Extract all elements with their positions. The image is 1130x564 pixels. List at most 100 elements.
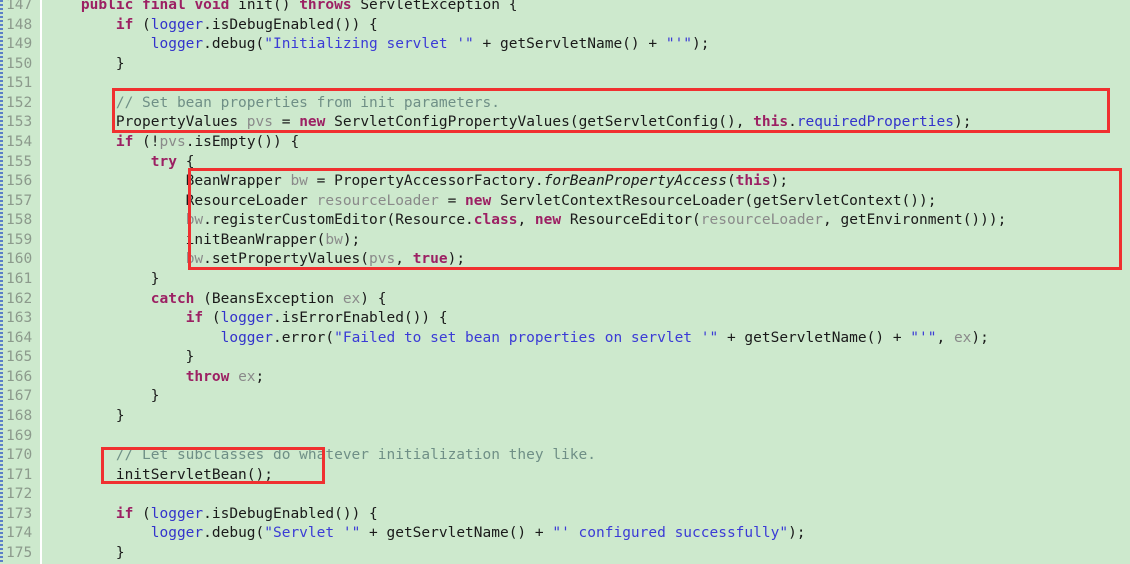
code-line[interactable]: initBeanWrapper(bw); <box>46 231 361 251</box>
code-token-kw: public <box>80 0 134 13</box>
code-token-pln: ); <box>342 231 361 248</box>
code-token-pln: = <box>273 114 300 131</box>
code-token-pln <box>46 310 186 326</box>
code-token-str: "'" <box>910 329 937 346</box>
line-number: 148 <box>6 16 33 33</box>
line-number: 158 <box>6 212 33 229</box>
code-token-pln: + getServletName() + <box>360 525 553 542</box>
line-number: 157 <box>6 192 33 209</box>
code-token-pln: , <box>936 329 954 346</box>
code-token-pln: + getServletName() + <box>718 329 911 346</box>
code-token-pln: init() <box>229 0 300 13</box>
left-margin-marker <box>0 0 3 564</box>
code-token-kw: final <box>142 0 186 13</box>
code-token-pln: ResourceEditor( <box>561 212 701 229</box>
code-token-pln <box>46 506 116 522</box>
line-number: 163 <box>6 310 33 327</box>
code-token-pln: .isEmpty()) { <box>185 133 300 150</box>
code-token-pln: ); <box>971 329 989 346</box>
code-line[interactable]: if (logger.isDebugEnabled()) { <box>46 505 378 525</box>
code-line[interactable]: if (logger.isDebugEnabled()) { <box>46 16 378 36</box>
line-number: 161 <box>6 270 33 287</box>
line-number: 155 <box>6 153 33 170</box>
line-number: 164 <box>6 329 33 346</box>
code-line[interactable]: if (logger.isErrorEnabled()) { <box>46 309 448 329</box>
code-token-pln: ResourceLoader <box>46 192 317 209</box>
code-token-pln: } <box>46 270 160 287</box>
code-line[interactable]: // Set bean properties from init paramet… <box>46 94 500 114</box>
code-line[interactable]: initServletBean(); <box>46 466 273 486</box>
code-token-var: resourceLoader <box>700 212 824 229</box>
code-token-kw: new <box>534 212 562 229</box>
code-line[interactable]: // Let subclasses do whatever initializa… <box>46 446 596 466</box>
code-token-ital: forBeanPropertyAccess <box>543 173 727 190</box>
code-line[interactable]: } <box>46 544 125 564</box>
code-token-pln: .setPropertyValues( <box>203 251 370 268</box>
code-token-kw: if <box>115 16 134 33</box>
code-token-pln: ); <box>788 525 806 542</box>
code-token-pln: .isDebugEnabled()) { <box>203 505 378 522</box>
code-line[interactable]: public final void init() throws ServletE… <box>46 0 518 16</box>
code-line[interactable]: BeanWrapper bw = PropertyAccessorFactory… <box>46 172 788 192</box>
code-token-var: ex <box>953 329 972 346</box>
code-token-pln: { <box>176 153 195 170</box>
line-number: 153 <box>6 114 33 131</box>
code-line[interactable]: } <box>46 55 125 75</box>
code-token-kw: true <box>412 251 448 268</box>
code-token-var: bw <box>185 212 204 229</box>
code-token-pln <box>46 330 221 346</box>
line-number: 169 <box>6 427 33 444</box>
code-line[interactable]: } <box>46 387 160 407</box>
code-token-pln: , <box>395 251 413 268</box>
code-line[interactable]: try { <box>46 153 195 173</box>
code-token-id: logger <box>150 525 204 542</box>
code-token-pln <box>46 134 116 150</box>
code-token-kw: throw <box>185 368 230 385</box>
code-token-pln: } <box>46 388 160 405</box>
code-line[interactable]: logger.error("Failed to set bean propert… <box>46 329 989 349</box>
code-token-pln: PropertyValues <box>46 114 247 131</box>
code-token-id: logger <box>150 36 204 53</box>
code-line[interactable]: } <box>46 270 160 290</box>
code-token-pln: .isErrorEnabled()) { <box>273 310 448 327</box>
code-token-pln: ); <box>953 114 972 131</box>
code-token-kw: if <box>115 505 134 522</box>
line-number: 166 <box>6 368 33 385</box>
code-token-pln <box>46 0 81 13</box>
code-token-pln: .debug( <box>203 525 265 542</box>
code-token-pln: (BeansException <box>194 290 343 307</box>
line-number: 175 <box>6 544 33 561</box>
line-number: 151 <box>6 75 33 92</box>
code-token-var: bw <box>325 231 343 248</box>
code-line[interactable]: } <box>46 407 125 427</box>
code-line[interactable]: bw.registerCustomEditor(Resource.class , … <box>46 211 1007 231</box>
code-token-pln: .isDebugEnabled()) { <box>203 16 378 33</box>
code-line[interactable]: bw.setPropertyValues(pvs, true); <box>46 250 465 270</box>
code-line[interactable]: catch (BeansException ex) { <box>46 290 387 310</box>
code-token-var: ex <box>238 368 256 385</box>
code-line[interactable]: PropertyValues pvs = new ServletConfigPr… <box>46 113 972 133</box>
code-token-pln: .debug( <box>203 36 265 53</box>
code-line[interactable]: throw ex; <box>46 368 265 388</box>
code-token-pln: ServletContextResourceLoader(getServletC… <box>491 192 937 209</box>
code-token-kw: class <box>473 212 518 229</box>
code-token-pln: ( <box>133 505 151 522</box>
code-token-pln: , <box>517 212 535 229</box>
code-token-kw: new <box>465 192 492 209</box>
code-token-kw: this <box>735 173 771 190</box>
code-token-pln <box>46 212 186 228</box>
code-line[interactable]: } <box>46 348 195 368</box>
code-line[interactable]: if (!pvs.isEmpty()) { <box>46 133 299 153</box>
code-token-pln: ( <box>133 16 151 33</box>
code-token-pln: } <box>46 55 125 72</box>
code-line[interactable]: logger.debug("Servlet '" + getServletNam… <box>46 524 806 544</box>
code-line[interactable]: logger.debug("Initializing servlet '" + … <box>46 35 710 55</box>
code-token-pln: ); <box>692 36 710 53</box>
line-number: 159 <box>6 231 33 248</box>
code-line[interactable]: ResourceLoader resourceLoader = new Serv… <box>46 192 937 212</box>
line-number: 165 <box>6 349 33 366</box>
line-number: 170 <box>6 447 33 464</box>
code-token-kw: if <box>185 310 204 327</box>
code-token-pln: ServletException { <box>351 0 518 13</box>
code-token-var: pvs <box>246 114 273 131</box>
